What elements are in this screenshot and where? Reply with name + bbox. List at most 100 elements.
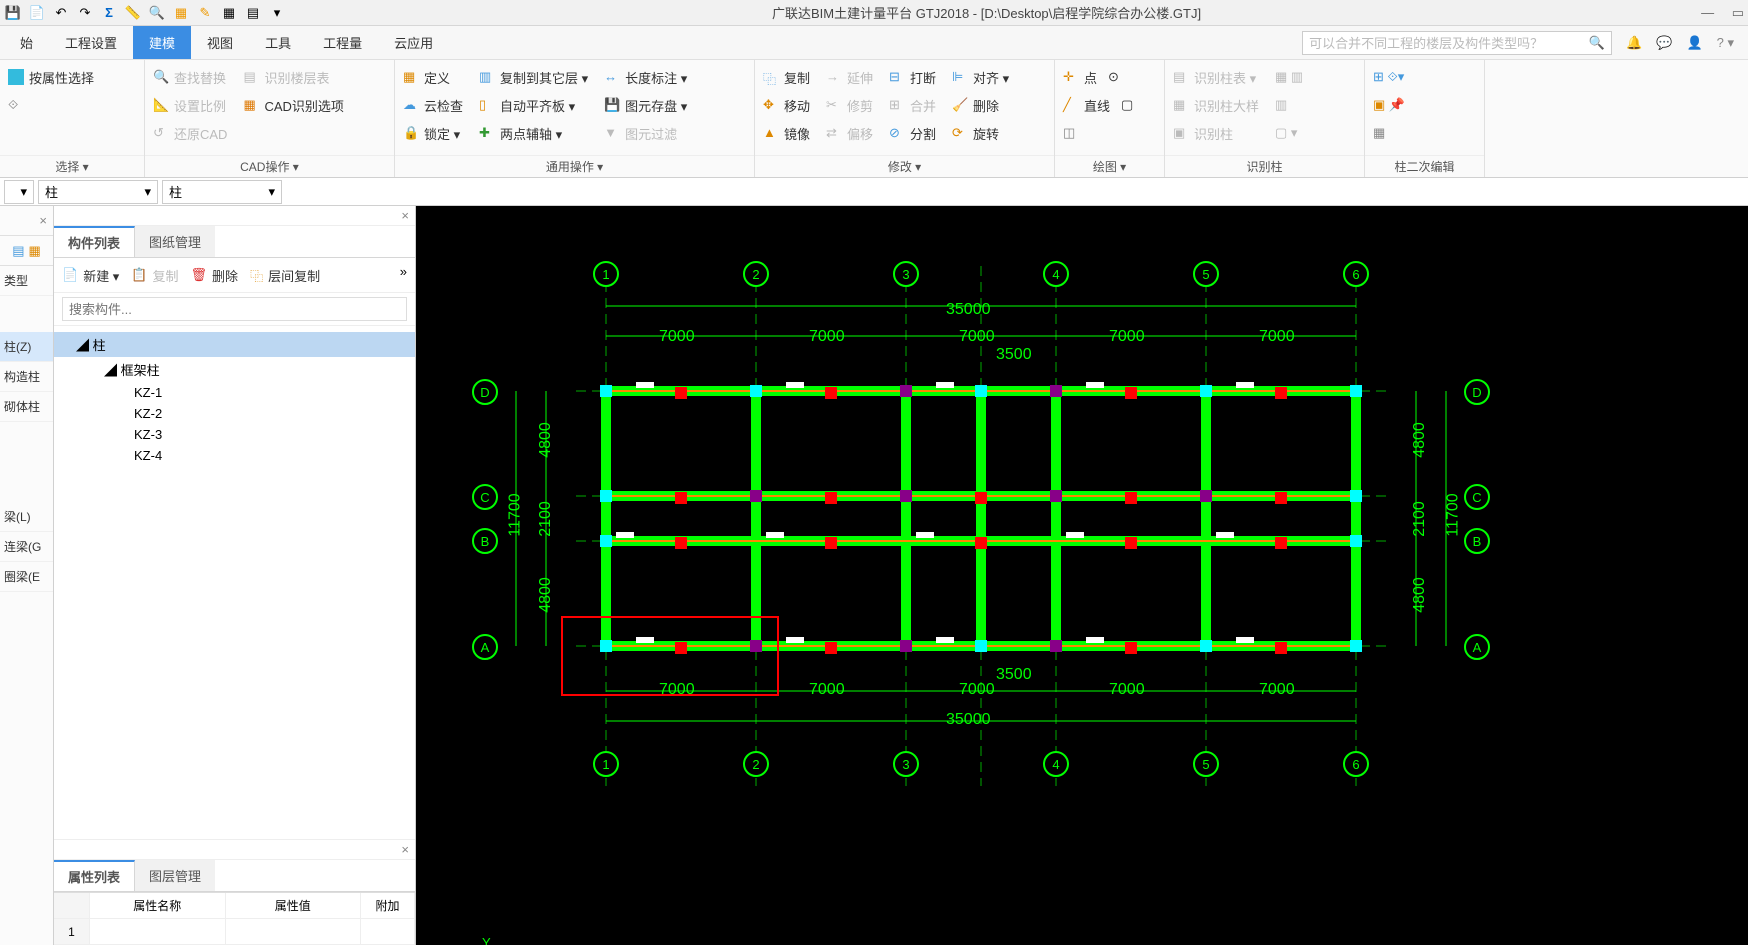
tree-kz4[interactable]: KZ-4 bbox=[54, 445, 415, 466]
col-node bbox=[1200, 640, 1212, 652]
identify-col-detail-button[interactable]: ▦识别柱大样 bbox=[1173, 94, 1259, 116]
set-scale-button[interactable]: 📐设置比例 bbox=[153, 94, 227, 116]
nav-tab-icons[interactable]: ▤ ▦ bbox=[0, 236, 53, 266]
dim-length-button[interactable]: ↔长度标注 ▾ bbox=[604, 66, 687, 88]
restore-cad-button[interactable]: ↺还原CAD bbox=[153, 122, 227, 144]
identify-extra1[interactable]: ▦ ▥ bbox=[1275, 66, 1303, 88]
component-select[interactable]: 柱▾ bbox=[162, 180, 282, 204]
select-sub-2[interactable]: ⟐ bbox=[8, 94, 136, 116]
cloud-check-button[interactable]: ☁云检查 bbox=[403, 94, 463, 116]
prop-close-button[interactable]: × bbox=[54, 839, 415, 860]
tree-kz1[interactable]: KZ-1 bbox=[54, 382, 415, 403]
drawing-canvas[interactable]: 1 2 3 4 5 6 1 2 3 4 5 6 D C B A D C B A … bbox=[416, 206, 1748, 945]
cad-options-button[interactable]: ▦CAD识别选项 bbox=[243, 94, 343, 116]
save-icon[interactable]: 💾 bbox=[4, 4, 22, 22]
nav-types[interactable]: 类型 bbox=[0, 266, 53, 296]
auto-align-button[interactable]: ▯自动平齐板 ▾ bbox=[479, 94, 588, 116]
menu-view[interactable]: 视图 bbox=[191, 26, 249, 59]
delete-comp-button[interactable]: 🗑删除 bbox=[191, 264, 239, 286]
move-button[interactable]: ✥移动 bbox=[763, 94, 810, 116]
copy-button[interactable]: ⿻复制 bbox=[763, 66, 810, 88]
col-editor-3[interactable]: ▦ bbox=[1373, 122, 1476, 144]
redo-icon[interactable]: ↷ bbox=[76, 4, 94, 22]
copy-to-floor-button[interactable]: ▥复制到其它层 ▾ bbox=[479, 66, 588, 88]
aux-axis-button[interactable]: ✚两点辅轴 ▾ bbox=[479, 122, 588, 144]
nav-ring-beam[interactable]: 圈梁(E bbox=[0, 562, 53, 592]
identify-floor-button[interactable]: ▤识别楼层表 bbox=[243, 66, 343, 88]
table-row[interactable]: 1 bbox=[54, 919, 415, 945]
sum-icon[interactable]: Σ bbox=[100, 4, 118, 22]
tab-component-list[interactable]: 构件列表 bbox=[54, 226, 135, 257]
align-button[interactable]: ⊫对齐 ▾ bbox=[952, 66, 1009, 88]
floor-select[interactable]: ▾ bbox=[4, 180, 34, 204]
component-tabs: 构件列表 图纸管理 bbox=[54, 226, 415, 258]
tree-kz2[interactable]: KZ-2 bbox=[54, 403, 415, 424]
point-button[interactable]: ✛点⊙ bbox=[1063, 66, 1156, 88]
comp-close-button[interactable]: × bbox=[54, 206, 415, 226]
delete-button[interactable]: 🧹删除 bbox=[952, 94, 1009, 116]
tree-kz3[interactable]: KZ-3 bbox=[54, 424, 415, 445]
tab-layer-mgmt[interactable]: 图层管理 bbox=[135, 860, 215, 891]
copy-comp-button[interactable]: 📋复制 bbox=[131, 264, 178, 286]
minimize-button[interactable]: — bbox=[1701, 5, 1714, 20]
dropdown-icon[interactable]: ▾ bbox=[268, 4, 286, 22]
select-by-attr-button[interactable]: 按属性选择 bbox=[8, 66, 136, 88]
user-icon[interactable]: 👤 bbox=[1686, 35, 1702, 51]
search-icon[interactable]: 🔍 bbox=[1589, 35, 1605, 51]
offset-button[interactable]: ⇄偏移 bbox=[826, 122, 873, 144]
nav-masonry-col[interactable]: 砌体柱 bbox=[0, 392, 53, 422]
help-icon[interactable]: ? ▾ bbox=[1717, 35, 1734, 51]
nav-constructive-col[interactable]: 构造柱 bbox=[0, 362, 53, 392]
grid-icon[interactable]: ▦ bbox=[220, 4, 238, 22]
menu-start[interactable]: 始 bbox=[4, 26, 49, 59]
col-editor-1[interactable]: ⊞ ⟐▾ bbox=[1373, 66, 1476, 88]
search-icon[interactable]: 🔍 bbox=[148, 4, 166, 22]
global-search[interactable]: 可以合并不同工程的楼层及构件类型吗？ 🔍 bbox=[1302, 31, 1612, 55]
identify-extra2[interactable]: ▥ bbox=[1275, 94, 1303, 116]
table-icon[interactable]: ▤ bbox=[244, 4, 262, 22]
tab-drawing-mgmt[interactable]: 图纸管理 bbox=[135, 226, 215, 257]
filter-element-button[interactable]: ▼图元过滤 bbox=[604, 122, 687, 144]
nav-link-beam[interactable]: 连梁(G bbox=[0, 532, 53, 562]
mirror-button[interactable]: ▲镜像 bbox=[763, 122, 810, 144]
extend-button[interactable]: →延伸 bbox=[826, 66, 873, 88]
tab-property-list[interactable]: 属性列表 bbox=[54, 860, 135, 891]
search-input[interactable] bbox=[62, 297, 407, 321]
nav-closex[interactable]: × bbox=[0, 206, 53, 236]
chat-icon[interactable]: 💬 bbox=[1656, 35, 1672, 51]
save-element-button[interactable]: 💾图元存盘 ▾ bbox=[604, 94, 687, 116]
col-editor-2[interactable]: ▣ 📌 bbox=[1373, 94, 1476, 116]
category-select[interactable]: 柱▾ bbox=[38, 180, 158, 204]
nav-beam[interactable]: 梁(L) bbox=[0, 502, 53, 532]
undo-icon[interactable]: ↶ bbox=[52, 4, 70, 22]
find-replace-button[interactable]: 🔍查找替换 bbox=[153, 66, 227, 88]
menu-model[interactable]: 建模 bbox=[133, 26, 191, 59]
break-button[interactable]: ⊟打断 bbox=[889, 66, 936, 88]
line-button[interactable]: ╱直线▢ bbox=[1063, 94, 1156, 116]
lock-button[interactable]: 🔒锁定 ▾ bbox=[403, 122, 463, 144]
open-icon[interactable]: 📄 bbox=[28, 4, 46, 22]
cube-icon[interactable]: ▦ bbox=[172, 4, 190, 22]
maximize-button[interactable]: ▭ bbox=[1732, 5, 1744, 20]
floor-copy-button[interactable]: ⿻层间复制 bbox=[250, 264, 320, 286]
split-button[interactable]: ⊘分割 bbox=[889, 122, 936, 144]
draw-sub3[interactable]: ◫ bbox=[1063, 122, 1156, 144]
bell-icon[interactable]: 🔔 bbox=[1626, 35, 1642, 51]
new-button[interactable]: 📄新建 ▾ bbox=[62, 264, 119, 286]
nav-column[interactable]: 柱(Z) bbox=[0, 332, 53, 362]
edit-icon[interactable]: ✎ bbox=[196, 4, 214, 22]
define-button[interactable]: ▦定义 bbox=[403, 66, 463, 88]
tree-framecol[interactable]: ◢ 框架柱 bbox=[54, 357, 415, 382]
menu-tools[interactable]: 工具 bbox=[249, 26, 307, 59]
trim-button[interactable]: ✂修剪 bbox=[826, 94, 873, 116]
ruler-icon[interactable]: 📏 bbox=[124, 4, 142, 22]
identify-col-table-button[interactable]: ▤识别柱表 ▾ bbox=[1173, 66, 1259, 88]
tree-root-column[interactable]: ◢ 柱 bbox=[54, 332, 415, 357]
rotate-button[interactable]: ⟳旋转 bbox=[952, 122, 1009, 144]
menu-settings[interactable]: 工程设置 bbox=[49, 26, 133, 59]
merge-button[interactable]: ⊞合并 bbox=[889, 94, 936, 116]
menu-quantity[interactable]: 工程量 bbox=[307, 26, 378, 59]
menu-cloud[interactable]: 云应用 bbox=[378, 26, 449, 59]
identify-extra3[interactable]: ▢ ▾ bbox=[1275, 122, 1303, 144]
identify-col-button[interactable]: ▣识别柱 bbox=[1173, 122, 1259, 144]
